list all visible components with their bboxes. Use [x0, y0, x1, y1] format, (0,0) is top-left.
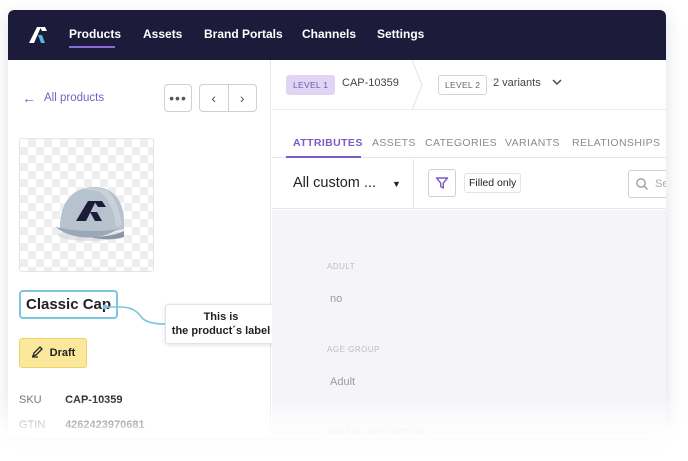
status-badge[interactable]: Draft	[19, 338, 87, 368]
more-dots-icon: •••	[169, 90, 187, 106]
attribute-label-amazon-key-feature-1: AMAZON KEY FEATURE 1	[327, 428, 435, 437]
filled-only-toggle[interactable]: Filled only	[464, 173, 522, 193]
back-to-all-products-link[interactable]: ← All products	[22, 90, 104, 106]
search-icon	[636, 178, 648, 190]
chevron-left-icon[interactable]: ‹	[200, 85, 228, 111]
breadcrumb-separator-icon	[411, 60, 423, 110]
chevron-right-icon[interactable]: ›	[229, 85, 257, 111]
gtin-row: GTIN 4262423970681	[19, 419, 145, 431]
level-1-code[interactable]: CAP-10359	[342, 77, 399, 89]
nav-active-indicator	[69, 46, 115, 48]
level-2-badge[interactable]: LEVEL 2	[438, 75, 488, 95]
nav-products[interactable]: Products	[69, 27, 121, 41]
caret-down-icon: ▼	[392, 179, 401, 189]
chevron-down-icon	[552, 78, 562, 88]
attribute-value-age-group[interactable]: Adult	[330, 376, 355, 388]
arrow-left-icon: ←	[22, 90, 36, 106]
attributes-content: ADULT no AGE GROUP Adult AMAZON KEY FEAT…	[272, 210, 666, 438]
attribute-set-value: All custom ...	[293, 175, 376, 191]
brand-logo-icon[interactable]	[26, 25, 48, 45]
attribute-label-adult: ADULT	[327, 262, 356, 271]
gtin-key: GTIN	[19, 419, 46, 431]
tab-active-indicator	[286, 156, 361, 158]
tab-relationships[interactable]: RELATIONSHIPS	[572, 137, 660, 149]
more-actions-button[interactable]: •••	[164, 84, 192, 112]
label-callout-tooltip: This is the product´s label	[165, 304, 277, 344]
pencil-icon	[31, 345, 44, 361]
level-1-badge[interactable]: LEVEL 1	[286, 75, 336, 95]
nav-settings[interactable]: Settings	[377, 27, 424, 41]
attribute-label-age-group: AGE GROUP	[327, 345, 380, 354]
product-sidebar: ← All products ••• ‹ › Classic Cap This …	[8, 60, 277, 438]
variants-dropdown[interactable]: 2 variants	[493, 77, 562, 89]
nav-assets[interactable]: Assets	[143, 27, 182, 41]
tab-attributes[interactable]: ATTRIBUTES	[293, 137, 363, 149]
tab-assets[interactable]: ASSETS	[372, 137, 416, 149]
tab-categories[interactable]: CATEGORIES	[425, 137, 497, 149]
attribute-value-adult[interactable]: no	[330, 293, 342, 305]
product-pager: ‹ ›	[199, 84, 257, 112]
breadcrumb: LEVEL 1 CAP-10359 LEVEL 2 2 variants	[272, 60, 666, 110]
nav-channels[interactable]: Channels	[302, 27, 356, 41]
attribute-filter-bar: All custom ... ▼ Filled only Se	[272, 159, 666, 209]
filter-button[interactable]	[428, 169, 456, 197]
sku-value: CAP-10359	[65, 394, 123, 406]
callout-line-2: the product´s label	[171, 325, 271, 337]
product-image[interactable]	[19, 138, 154, 272]
gtin-value: 4262423970681	[65, 419, 145, 431]
nav-brand-portals[interactable]: Brand Portals	[204, 27, 283, 41]
back-link-label: All products	[44, 92, 105, 104]
sku-row: SKU CAP-10359	[19, 394, 123, 406]
status-label: Draft	[49, 347, 76, 359]
attribute-search-input[interactable]: Se	[628, 170, 666, 198]
product-detail-panel: LEVEL 1 CAP-10359 LEVEL 2 2 variants ATT…	[272, 60, 666, 438]
callout-line-1: This is	[203, 311, 239, 323]
attribute-set-select[interactable]: All custom ... ▼	[272, 159, 414, 209]
top-navigation: Products Assets Brand Portals Channels S…	[8, 10, 666, 60]
search-placeholder: Se	[655, 178, 666, 190]
baseball-cap-image	[56, 187, 124, 241]
sku-key: SKU	[19, 394, 42, 406]
detail-tabs: ATTRIBUTES ASSETS CATEGORIES VARIANTS RE…	[272, 110, 666, 158]
funnel-icon	[435, 177, 449, 189]
product-label[interactable]: Classic Cap	[19, 290, 119, 319]
app-window: Products Assets Brand Portals Channels S…	[8, 10, 666, 438]
tab-variants[interactable]: VARIANTS	[505, 137, 560, 149]
variants-label: 2 variants	[493, 77, 541, 89]
